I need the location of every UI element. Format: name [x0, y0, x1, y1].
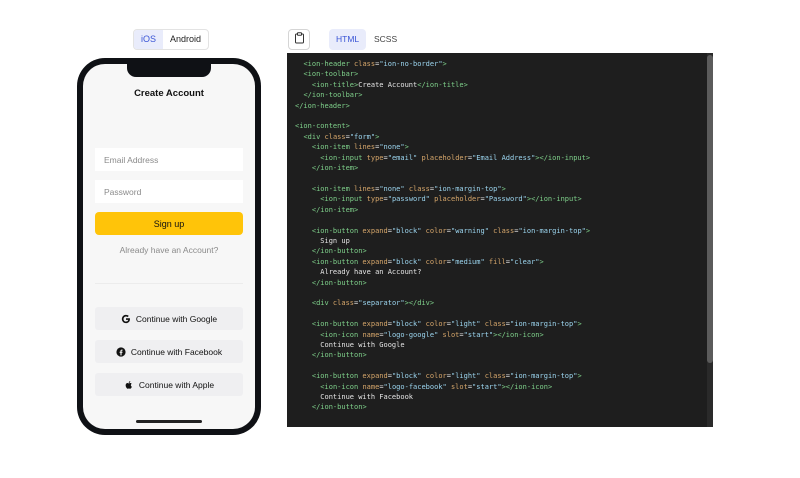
code-line: <ion-toolbar> — [303, 70, 359, 79]
code-line: <ion-button expand="block" color="light"… — [311, 372, 582, 381]
password-field[interactable] — [95, 180, 243, 203]
code-line: <ion-icon name="logo-google" slot="start… — [320, 330, 544, 339]
google-icon — [121, 314, 131, 324]
phone-screen: Create Account Sign up Already have an A… — [83, 64, 255, 429]
code-scrollbar-thumb[interactable] — [707, 55, 713, 363]
signup-button[interactable]: Sign up — [95, 212, 243, 235]
code-line: <ion-input type="email" placeholder="Ema… — [320, 153, 591, 162]
code-line: <ion-item lines="none"> — [311, 143, 409, 152]
code-line: <ion-button expand="block" color="medium… — [311, 257, 544, 266]
facebook-button[interactable]: Continue with Facebook — [95, 340, 243, 363]
phone-notch — [127, 64, 211, 77]
clipboard-icon — [294, 31, 305, 49]
code-line: </ion-button> — [311, 403, 367, 412]
email-field[interactable] — [95, 148, 243, 171]
code-line: <ion-content> — [295, 122, 350, 131]
code-line: <ion-title>Create Account</ion-title> — [311, 80, 468, 89]
code-line: Continue with Google — [295, 340, 405, 349]
code-line: <ion-input type="password" placeholder="… — [320, 195, 582, 204]
code-line: </ion-button> — [311, 247, 367, 256]
phone-frame: Create Account Sign up Already have an A… — [77, 58, 261, 435]
code-line: Already have an Account? — [295, 268, 422, 277]
code-line: <div class="separator"></div> — [311, 299, 435, 308]
platform-android-tab[interactable]: Android — [163, 30, 208, 49]
facebook-button-label: Continue with Facebook — [130, 346, 223, 357]
separator — [95, 283, 243, 284]
code-line: </ion-toolbar> — [303, 91, 363, 100]
code-line: <ion-button expand="block" color="warnin… — [311, 226, 591, 235]
google-button[interactable]: Continue with Google — [95, 307, 243, 330]
tab-html[interactable]: HTML — [329, 29, 367, 50]
google-button-label: Continue with Google — [135, 313, 218, 324]
login-link[interactable]: Already have an Account? — [83, 245, 255, 255]
home-indicator — [136, 420, 202, 423]
platform-ios-tab[interactable]: iOS — [134, 30, 164, 49]
code-line: <ion-header class="ion-no-border"> — [303, 60, 447, 68]
code-line: </ion-button> — [311, 351, 367, 360]
code-line: <ion-icon name="logo-facebook" slot="sta… — [320, 382, 553, 391]
tab-scss[interactable]: SCSS — [367, 29, 404, 50]
platform-toggle: iOS Android — [133, 29, 210, 50]
code-panel: <ion-header class="ion-no-border"> <ion-… — [287, 53, 713, 427]
code-line: </ion-item> — [311, 164, 359, 173]
code-line: </ion-item> — [311, 205, 359, 214]
code-line: <ion-button expand="block" color="light"… — [311, 320, 582, 329]
apple-button[interactable]: Continue with Apple — [95, 373, 243, 396]
code-line: Sign up — [295, 236, 350, 245]
apple-button-label: Continue with Apple — [138, 379, 215, 390]
code-block: <ion-header class="ion-no-border"> <ion-… — [295, 59, 590, 413]
code-line: <ion-item lines="none" class="ion-margin… — [311, 184, 506, 193]
code-line: Continue with Facebook — [295, 393, 414, 401]
code-scrollbar-track — [707, 53, 713, 427]
facebook-icon — [116, 346, 126, 357]
code-line: <div class="form"> — [303, 132, 380, 141]
copy-code-button[interactable] — [288, 29, 310, 50]
page-title: Create Account — [134, 88, 204, 99]
code-line: </ion-button> — [311, 278, 367, 287]
code-line: </ion-header> — [295, 101, 350, 110]
apple-icon — [124, 380, 134, 390]
